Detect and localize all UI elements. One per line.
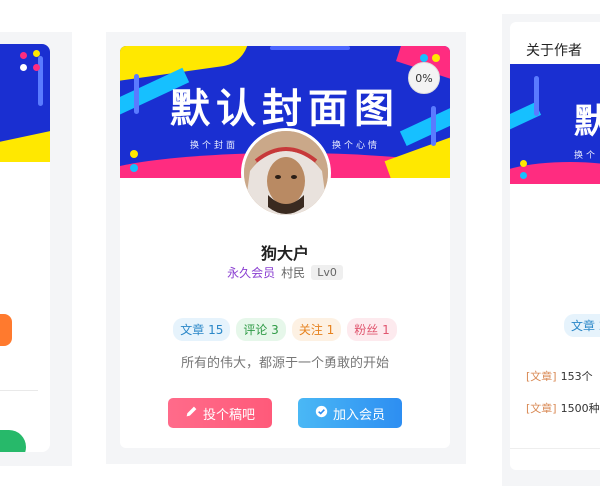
author-name[interactable]: 狗大户 [120,240,450,264]
avatar[interactable] [241,128,331,218]
cover-subtitle-right: 换个心情 [331,141,380,151]
stat-fans[interactable]: 粉丝 1 [347,318,397,341]
about-stat-articles[interactable]: 文章 2 [564,314,600,337]
level-badge: Lv0 [311,265,343,280]
submit-post-label: 投个稿吧 [202,407,255,423]
about-post-tag: [文章] [526,370,557,383]
submit-post-button[interactable]: 投个稿吧 [168,398,272,428]
author-bio: 所有的伟大，都源于一个勇敢的开始 [180,356,389,371]
about-author-banner: 默 换个 [510,64,600,184]
cover-banner-title: 默认封面图 [170,86,400,132]
about-author-card: 关于作者 默 换个 文章 2 [文章]153个 [文章]1500种 [510,22,600,470]
pencil-icon [185,405,198,422]
left-green-button[interactable] [0,430,26,452]
join-membership-label: 加入会员 [332,407,385,423]
about-post-title: 153个 [560,370,593,383]
about-post-tag: [文章] [526,402,557,415]
about-author-title: 关于作者 [526,43,582,59]
author-stats: 文章 15 评论 3 关注 1 粉丝 1 [120,318,450,341]
join-membership-button[interactable]: 加入会员 [298,398,402,428]
author-card: 默认封面图 换个封面 换个心情 0% 狗大户 永久会员 村民 Lv0 文章 15… [120,46,450,448]
about-divider [510,448,600,449]
stat-follows[interactable]: 关注 1 [291,318,342,341]
rank-label: 村民 [281,266,306,280]
about-banner-subtitle: 换个 [574,151,599,161]
left-partial-card [0,44,50,452]
check-circle-icon [315,405,328,422]
about-banner-title: 默 [574,102,600,142]
author-role-row: 永久会员 村民 Lv0 [120,264,450,281]
stat-comments[interactable]: 评论 3 [236,318,286,341]
about-post-row[interactable]: [文章] 1500种 [526,400,600,416]
about-post-row[interactable]: [文章] 153个 [526,368,593,384]
vip-badge: 永久会员 [227,266,276,280]
left-divider [0,390,38,391]
left-orange-button[interactable] [0,314,12,346]
cover-subtitle-left: 换个封面 [190,141,239,151]
stat-articles[interactable]: 文章 15 [173,318,231,341]
about-post-title: 1500种 [560,402,600,415]
left-card-banner [0,44,50,162]
progress-badge: 0% [408,62,440,94]
